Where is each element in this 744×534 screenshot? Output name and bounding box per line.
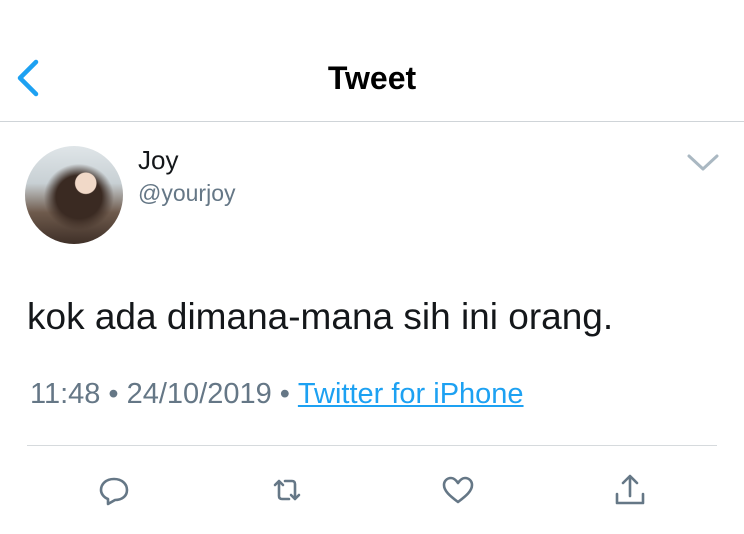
- tweet-text: kok ada dimana-mana sih ini orang.: [27, 296, 614, 337]
- page-title: Tweet: [327, 60, 417, 96]
- separator: •: [279, 378, 290, 410]
- share-button[interactable]: [612, 472, 648, 508]
- share-icon: [615, 474, 645, 505]
- heart-icon: [442, 476, 474, 504]
- top-bar: Tweet: [0, 0, 744, 122]
- reply-button[interactable]: [96, 472, 132, 508]
- tweet-meta: 11:48 • 24/10/2019 • Twitter for iPhone: [30, 378, 524, 411]
- tweet-date: 24/10/2019: [126, 378, 272, 410]
- actions-divider: [27, 445, 717, 446]
- avatar[interactable]: [25, 146, 123, 244]
- tweet-time: 11:48: [30, 378, 101, 410]
- header-divider: [0, 121, 744, 122]
- reply-icon: [99, 477, 129, 506]
- separator: •: [108, 378, 119, 410]
- retweet-icon: [273, 479, 301, 501]
- tweet-options-button[interactable]: [685, 150, 721, 174]
- author-name[interactable]: Joy: [138, 145, 178, 176]
- like-button[interactable]: [440, 472, 476, 508]
- author-handle[interactable]: @yourjoy: [138, 180, 236, 207]
- source-link[interactable]: Twitter for iPhone: [298, 378, 524, 410]
- retweet-button[interactable]: [269, 472, 305, 508]
- chevron-down-icon: [687, 154, 719, 171]
